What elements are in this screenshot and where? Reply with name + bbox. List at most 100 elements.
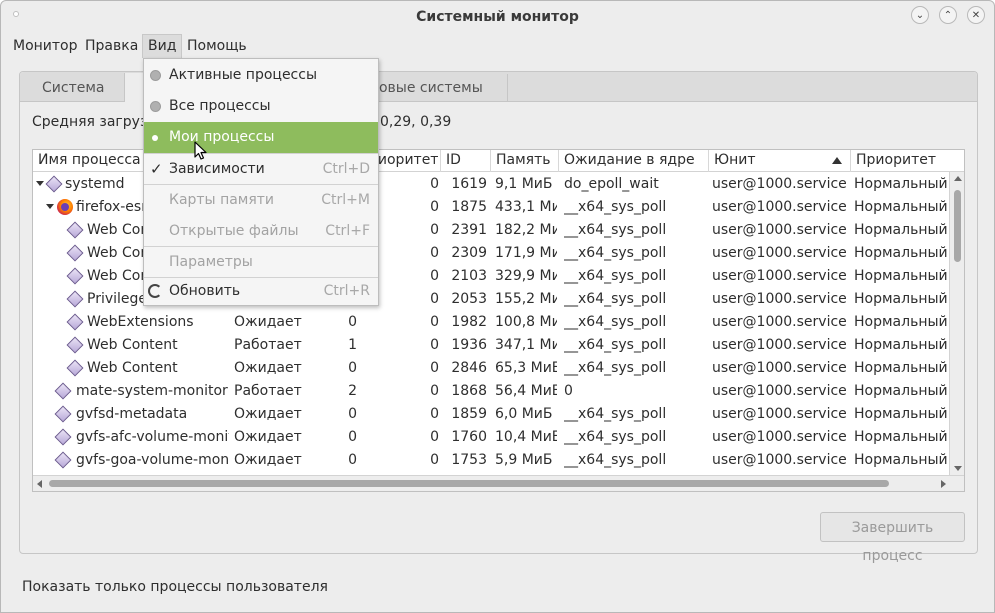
- table-row[interactable]: gvfs-afc-volume-monitor Ожидает 0 0 1760 10,4…: [33, 426, 949, 449]
- menu-item-refresh[interactable]: Обновить Ctrl+R: [144, 276, 378, 307]
- menu-item-open-files[interactable]: Открытые файлы Ctrl+F: [144, 216, 378, 247]
- cell-id: 1875: [451, 199, 487, 215]
- cell-wchan: __x64_sys_poll: [564, 406, 667, 422]
- tab-system[interactable]: Система: [22, 74, 126, 102]
- load-average-text: Средняя загрузк: [32, 114, 156, 130]
- menu-item-label: Карты памяти: [169, 192, 275, 208]
- cell-unit: user@1000.service: [712, 291, 847, 307]
- cell-status: Ожидает: [234, 429, 302, 445]
- menu-item-active-processes[interactable]: Активные процессы: [144, 60, 378, 91]
- cell-priority: Нормальный: [854, 360, 948, 376]
- column-unit[interactable]: Юнит: [709, 150, 851, 172]
- table-row[interactable]: mate-system-monitor Работает 2 0 1868 56,4 Ми…: [33, 380, 949, 403]
- expander-icon[interactable]: [46, 204, 54, 209]
- cell-priority: Нормальный: [854, 222, 948, 238]
- mouse-cursor-icon: [194, 141, 207, 160]
- table-row[interactable]: gvfs-goa-volume-monitor Ожидает 0 0 1753 5,9 …: [33, 449, 949, 472]
- cell-id: 2391: [451, 222, 487, 238]
- table-row[interactable]: gvfsd-metadata Ожидает 0 0 1859 6,0 МиБ __x64_…: [33, 403, 949, 426]
- refresh-icon: [148, 284, 162, 298]
- cell-nice: 0: [430, 406, 439, 422]
- table-row[interactable]: Web Content Ожидает 0 0 2846 65,3 МиБ __x64_sy…: [33, 357, 949, 380]
- cell-wchan: __x64_sys_poll: [564, 291, 667, 307]
- cell-memory: 433,1 МиБ: [495, 199, 557, 215]
- menu-view[interactable]: Вид: [142, 34, 183, 58]
- end-process-button[interactable]: Завершить процесс: [820, 512, 965, 564]
- menu-monitor[interactable]: Монитор: [8, 34, 83, 58]
- menu-item-all-processes[interactable]: Все процессы: [144, 91, 378, 122]
- cell-wchan: __x64_sys_poll: [564, 360, 667, 376]
- load-average: Средняя загрузк 0,29, 0,39: [32, 114, 451, 130]
- horizontal-scrollbar[interactable]: [33, 475, 964, 491]
- cell-nice: 0: [430, 429, 439, 445]
- cell-id: 1868: [451, 383, 487, 399]
- cell-priority: Нормальный: [854, 176, 948, 192]
- menu-item-shortcut: Ctrl+M: [321, 192, 370, 208]
- cell-unit: user@1000.service: [712, 452, 847, 468]
- cell-id: 1619: [451, 176, 487, 192]
- cell-memory: 100,8 МиБ: [495, 314, 557, 330]
- system-monitor-window: Системный монитор ⌄ ⌃ ✕ Монитор Правка В…: [0, 0, 995, 613]
- cell-wchan: __x64_sys_poll: [564, 452, 667, 468]
- cell-status: Ожидает: [234, 406, 302, 422]
- cell-id: 1936: [451, 337, 487, 353]
- cell-wchan: __x64_sys_poll: [564, 199, 667, 215]
- cell-priority: Нормальный: [854, 268, 948, 284]
- maximize-button[interactable]: ⌃: [939, 6, 957, 24]
- menu-item-memory-maps[interactable]: Карты памяти Ctrl+M: [144, 185, 378, 216]
- radio-selected-icon: [152, 135, 158, 141]
- minimize-button[interactable]: ⌄: [911, 6, 929, 24]
- column-wchan[interactable]: Ожидание в ядре: [559, 150, 709, 172]
- column-memory[interactable]: Память: [491, 150, 559, 172]
- menu-item-my-processes[interactable]: Мои процессы: [144, 122, 378, 153]
- radio-icon: [150, 70, 161, 81]
- vertical-scrollbar[interactable]: [949, 172, 964, 475]
- menu-item-label: Мои процессы: [169, 129, 275, 145]
- firefox-icon: [57, 199, 73, 215]
- scroll-left-icon[interactable]: [37, 480, 42, 488]
- process-icon: [66, 267, 84, 285]
- cell-priority: Нормальный: [854, 383, 948, 399]
- cell-id: 1760: [451, 429, 487, 445]
- cell-unit: user@1000.service: [712, 245, 847, 261]
- horizontal-scroll-thumb[interactable]: [49, 480, 889, 487]
- menu-item-label: Параметры: [169, 254, 253, 270]
- cell-process-name: mate-system-monitor: [76, 383, 228, 399]
- cell-nice: 0: [430, 314, 439, 330]
- vertical-scroll-thumb[interactable]: [954, 190, 961, 262]
- menu-edit[interactable]: Правка: [80, 34, 143, 58]
- cell-memory: 182,2 МиБ: [495, 222, 557, 238]
- cell-memory: 6,0 МиБ: [495, 406, 553, 422]
- cell-priority: Нормальный: [854, 245, 948, 261]
- cell-nice: 0: [430, 199, 439, 215]
- process-icon: [66, 221, 84, 239]
- scroll-right-icon[interactable]: [941, 480, 946, 488]
- cell-memory: 329,9 МиБ: [495, 268, 557, 284]
- table-row[interactable]: WebExtensions Ожидает 0 0 1982 100,8 МиБ __x64…: [33, 311, 949, 334]
- menu-item-dependencies[interactable]: ✓ Зависимости Ctrl+D: [144, 154, 378, 185]
- cell-wchan: do_epoll_wait: [564, 176, 659, 192]
- cell-priority: Нормальный: [854, 199, 948, 215]
- scroll-up-icon[interactable]: [954, 176, 962, 181]
- cell-priority: Нормальный: [854, 406, 948, 422]
- cell-nice: 0: [430, 291, 439, 307]
- column-id[interactable]: ID: [441, 150, 491, 172]
- expander-icon[interactable]: [36, 181, 44, 186]
- column-priority[interactable]: Приоритет: [851, 150, 964, 172]
- table-row[interactable]: Web Content Работает 1 0 1936 347,1 МиБ __x64_…: [33, 334, 949, 357]
- scroll-down-icon[interactable]: [954, 466, 962, 471]
- cell-id: 1753: [451, 452, 487, 468]
- titlebar[interactable]: Системный монитор ⌄ ⌃ ✕: [1, 1, 994, 33]
- cell-id: 2053: [451, 291, 487, 307]
- cell-process-name: gvfs-afc-volume-monitor: [76, 429, 229, 445]
- menu-help[interactable]: Помощь: [182, 34, 252, 58]
- cell-unit: user@1000.service: [712, 199, 847, 215]
- close-icon: ✕: [971, 9, 981, 21]
- cell-memory: 10,4 МиБ: [495, 429, 557, 445]
- menu-item-properties[interactable]: Параметры: [144, 247, 378, 278]
- cell-id: 2309: [451, 245, 487, 261]
- cell-id: 2846: [451, 360, 487, 376]
- cell-status: Ожидает: [234, 452, 302, 468]
- column-unit-label: Юнит: [714, 152, 756, 168]
- close-button[interactable]: ✕: [967, 6, 985, 24]
